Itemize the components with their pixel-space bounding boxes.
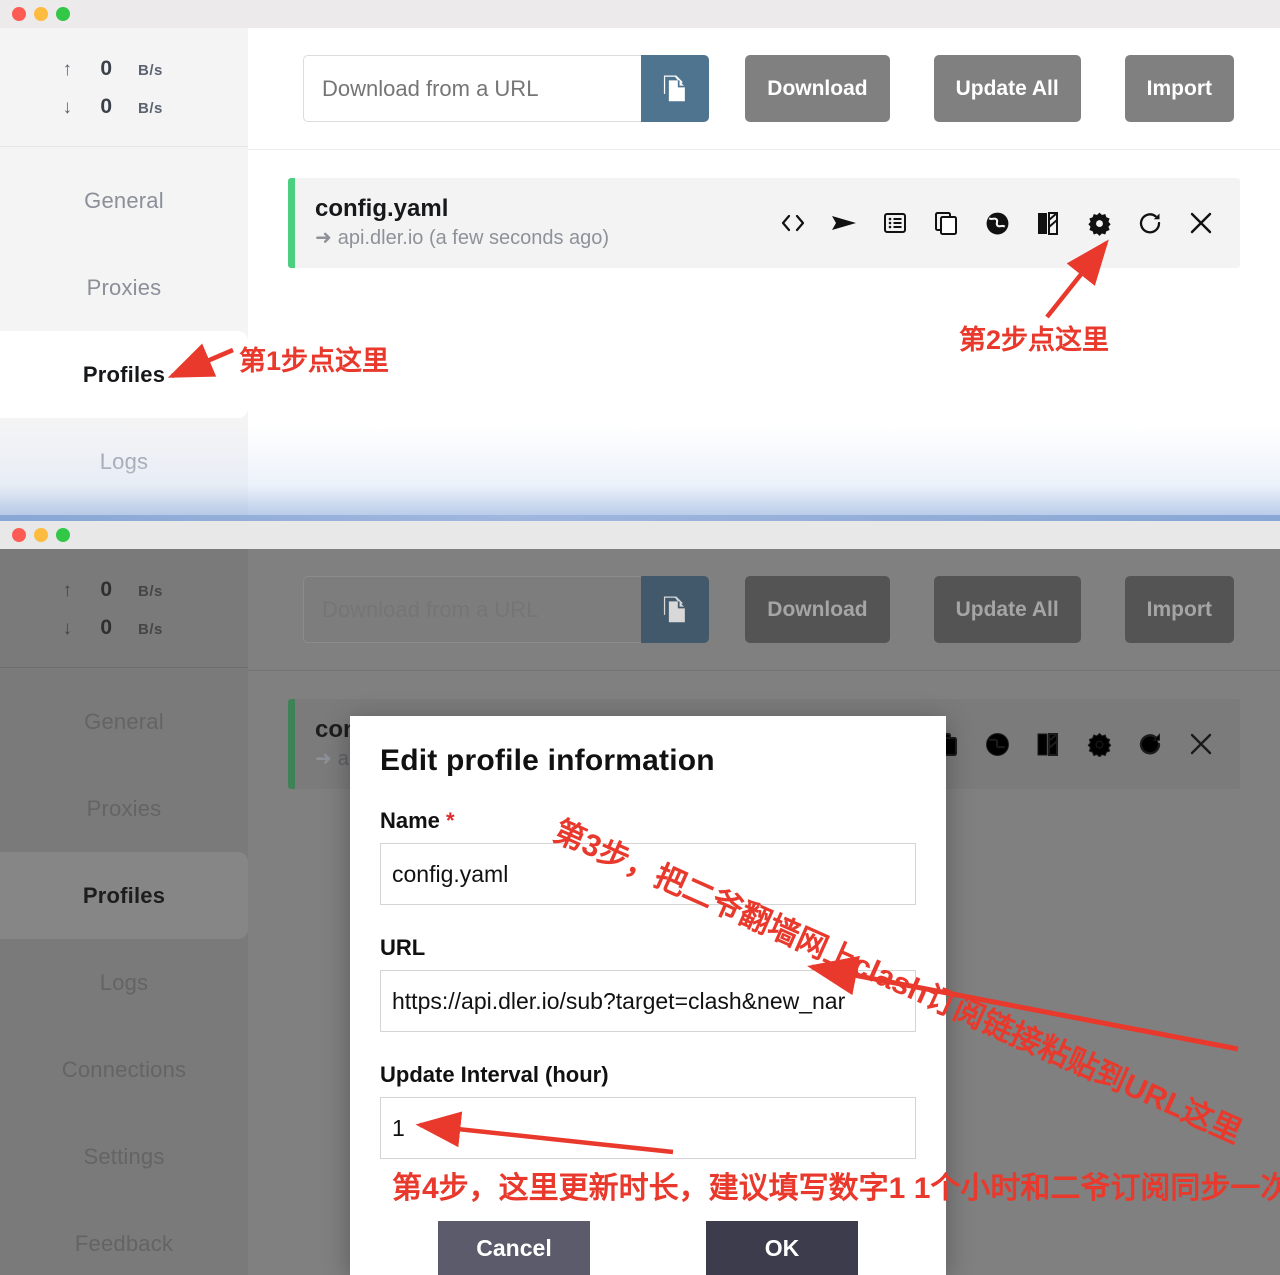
screenshot-stage: ↑ 0 B/s ↓ 0 B/s General Proxies Profiles…: [0, 0, 1280, 1275]
minimize-window-button-bottom[interactable]: [34, 528, 48, 542]
gear-icon-bottom[interactable]: [1086, 731, 1112, 757]
download-speed-value-bottom: 0: [100, 616, 112, 639]
arrow-right-icon: ➜: [315, 227, 332, 249]
close-icon-bottom[interactable]: [1188, 731, 1214, 757]
upload-speed-unit-bottom: B/s: [138, 583, 163, 600]
duplicate-icon[interactable]: [933, 210, 959, 236]
arrow-right-icon-bottom: ➜: [315, 748, 332, 770]
list-icon[interactable]: [882, 210, 908, 236]
sidebar-item-logs[interactable]: Logs: [0, 418, 248, 505]
dialog-actions: Cancel OK: [350, 1221, 946, 1275]
upload-speed-value-bottom: 0: [100, 578, 112, 601]
globe-icon[interactable]: [984, 210, 1010, 236]
sidebar-item-proxies-bottom[interactable]: Proxies: [0, 765, 248, 852]
profile-name: config.yaml: [315, 195, 449, 222]
dialog-title: Edit profile information: [380, 744, 715, 777]
titlebar-top: [0, 0, 1280, 28]
name-field-label: Name *: [380, 808, 916, 834]
download-speed-unit-bottom: B/s: [138, 621, 163, 638]
flag-icon[interactable]: [1035, 210, 1061, 236]
titlebar-bottom: [0, 521, 1280, 549]
sidebar-item-feedback[interactable]: Feedback: [0, 1200, 248, 1275]
clash-window-top: ↑ 0 B/s ↓ 0 B/s General Proxies Profiles…: [0, 0, 1280, 521]
name-input[interactable]: [380, 843, 916, 905]
url-input[interactable]: [380, 970, 916, 1032]
toolbar-top: Download Update All Import: [248, 28, 1280, 150]
download-speed-value: 0: [100, 95, 112, 118]
download-arrow-icon: ↓: [62, 97, 73, 118]
url-field-label: URL: [380, 935, 426, 960]
sidebar-item-profiles[interactable]: Profiles: [0, 331, 248, 418]
gear-icon[interactable]: [1086, 210, 1112, 236]
upload-speed-unit: B/s: [138, 62, 163, 79]
sidebar-top: ↑ 0 B/s ↓ 0 B/s General Proxies Profiles…: [0, 28, 248, 521]
download-url-input[interactable]: [303, 55, 642, 122]
name-label-text: Name: [380, 808, 440, 833]
copy-documents-icon-button-bottom[interactable]: [641, 576, 710, 643]
update-all-button[interactable]: Update All: [933, 55, 1081, 122]
download-url-input-bottom[interactable]: [303, 576, 642, 643]
profile-active-accent: [288, 178, 295, 268]
refresh-icon-bottom[interactable]: [1137, 731, 1163, 757]
profile-source-text: api.dler.io (a few seconds ago): [337, 227, 610, 249]
profile-card[interactable]: config.yaml ➜ api.dler.io (a few seconds …: [288, 178, 1240, 268]
download-arrow-icon-bottom: ↓: [62, 618, 73, 639]
url-input-group-bottom: [303, 576, 710, 643]
sidebar-item-settings[interactable]: Settings: [0, 1113, 248, 1200]
sidebar-item-logs-bottom[interactable]: Logs: [0, 939, 248, 1026]
profile-list-top: config.yaml ➜ api.dler.io (a few seconds …: [248, 150, 1280, 521]
profile-actions: [780, 210, 1240, 236]
interval-field-label: Update Interval (hour): [380, 1062, 609, 1087]
download-button-bottom[interactable]: Download: [745, 576, 890, 643]
edit-profile-dialog: Edit profile information Name * URL Upda…: [350, 716, 946, 1275]
traffic-stats-top: ↑ 0 B/s ↓ 0 B/s: [0, 28, 248, 147]
upload-speed-row-bottom: ↑ 0 B/s: [0, 571, 248, 609]
upload-speed-row: ↑ 0 B/s: [0, 50, 248, 88]
ok-button[interactable]: OK: [706, 1221, 858, 1275]
download-speed-row: ↓ 0 B/s: [0, 88, 248, 126]
flag-icon-bottom[interactable]: [1035, 731, 1061, 757]
sidebar-item-proxies[interactable]: Proxies: [0, 244, 248, 331]
content-top: Download Update All Import config.yaml ➜…: [248, 28, 1280, 521]
sidebar-item-general-bottom[interactable]: General: [0, 678, 248, 765]
refresh-icon[interactable]: [1137, 210, 1163, 236]
toolbar-bottom: Download Update All Import: [248, 549, 1280, 671]
profile-active-accent-bottom: [288, 699, 295, 789]
update-all-button-bottom[interactable]: Update All: [933, 576, 1081, 643]
send-icon[interactable]: [831, 210, 857, 236]
update-interval-input[interactable]: [380, 1097, 916, 1159]
url-input-group: [303, 55, 710, 122]
download-speed-row-bottom: ↓ 0 B/s: [0, 609, 248, 647]
required-asterisk: *: [446, 808, 455, 833]
close-window-button[interactable]: [12, 7, 26, 21]
import-button-bottom[interactable]: Import: [1124, 576, 1234, 643]
copy-documents-icon-button[interactable]: [641, 55, 710, 122]
maximize-window-button[interactable]: [56, 7, 70, 21]
maximize-window-button-bottom[interactable]: [56, 528, 70, 542]
sidebar-item-profiles-bottom[interactable]: Profiles: [0, 852, 248, 939]
code-icon[interactable]: [780, 210, 806, 236]
nav-list-bottom: General Proxies Profiles Logs Connection…: [0, 668, 248, 1275]
clash-window-bottom: ↑ 0 B/s ↓ 0 B/s General Proxies Profiles…: [0, 521, 1280, 1275]
copy-documents-icon: [664, 74, 686, 101]
cancel-button[interactable]: Cancel: [438, 1221, 590, 1275]
close-window-button-bottom[interactable]: [12, 528, 26, 542]
upload-speed-value: 0: [100, 57, 112, 80]
close-icon[interactable]: [1188, 210, 1214, 236]
upload-arrow-icon: ↑: [62, 59, 73, 80]
copy-documents-icon-bottom: [664, 595, 686, 622]
profile-info: config.yaml ➜ api.dler.io (a few seconds …: [295, 194, 780, 252]
nav-list-top: General Proxies Profiles Logs: [0, 147, 248, 505]
minimize-window-button[interactable]: [34, 7, 48, 21]
download-button[interactable]: Download: [745, 55, 890, 122]
sidebar-item-connections[interactable]: Connections: [0, 1026, 248, 1113]
traffic-stats-bottom: ↑ 0 B/s ↓ 0 B/s: [0, 549, 248, 668]
sidebar-item-general[interactable]: General: [0, 157, 248, 244]
sidebar-bottom: ↑ 0 B/s ↓ 0 B/s General Proxies Profiles…: [0, 549, 248, 1275]
upload-arrow-icon-bottom: ↑: [62, 580, 73, 601]
import-button[interactable]: Import: [1124, 55, 1234, 122]
download-speed-unit: B/s: [138, 100, 163, 117]
globe-icon-bottom[interactable]: [984, 731, 1010, 757]
profile-source: ➜ api.dler.io (a few seconds ago): [315, 225, 780, 252]
